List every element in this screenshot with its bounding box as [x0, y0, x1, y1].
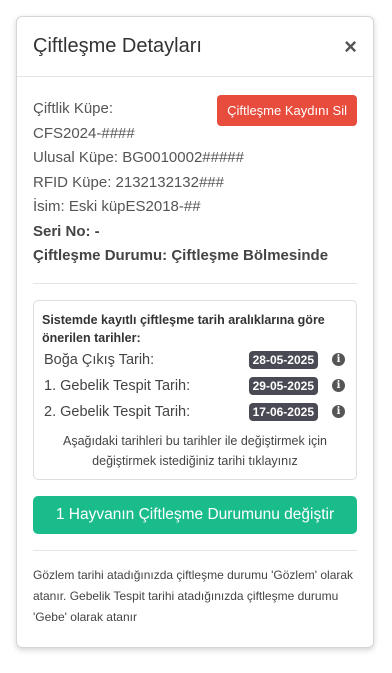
mating-details-modal: Çiftleşme Detayları × Çiftleşme Kaydını …	[16, 16, 374, 648]
date-badge[interactable]: 28-05-2025	[248, 350, 318, 369]
delete-mating-record-button[interactable]: Çiftleşme Kaydını Sil	[217, 95, 357, 126]
date-badge[interactable]: 29-05-2025	[248, 376, 318, 395]
rfid-tag: RFID Küpe: 2132132132###	[33, 173, 224, 191]
info-circle-icon[interactable]: i	[332, 379, 345, 392]
modal-body: Çiftleşme Kaydını Sil Çiftlik Küpe: CFS2…	[17, 77, 373, 628]
divider	[33, 282, 357, 284]
date-label: 1. Gebelik Tespit Tarih:	[44, 377, 191, 394]
modal-header: Çiftleşme Detayları ×	[17, 17, 373, 77]
suggested-date-row: 1. Gebelik Tespit Tarih: 29-05-2025 i	[42, 373, 348, 399]
close-icon[interactable]: ×	[344, 35, 357, 58]
national-tag: Ulusal Küpe: BG0010002#####	[33, 149, 244, 166]
mating-status: Çiftleşme Durumu: Çiftleşme Bölmesinde	[33, 247, 329, 264]
change-mating-status-button[interactable]: 1 Hayvanın Çiftleşme Durumunu değiştir	[33, 495, 357, 534]
date-badge[interactable]: 17-06-2025	[248, 402, 318, 421]
date-label: Boğa Çıkış Tarih:	[44, 351, 155, 368]
info-circle-icon[interactable]: i	[332, 353, 345, 366]
serial-number: Seri No: -	[33, 222, 100, 240]
suggested-dates-card: Sistemde kayıtlı çiftleşme tarih aralıkl…	[33, 299, 357, 480]
suggested-date-row: Boğa Çıkış Tarih: 28-05-2025 i	[42, 347, 348, 373]
divider	[33, 549, 357, 551]
suggested-dates-note: Aşağıdaki tarihleri bu tarihler ile deği…	[62, 433, 327, 468]
footer-note: Gözlem tarihi atadığınızda çiftleşme dur…	[33, 567, 354, 624]
modal-title: Çiftleşme Detayları	[33, 35, 202, 57]
info-circle-icon[interactable]: i	[332, 405, 345, 418]
animal-name: İsim: Eski küpES2018-##	[33, 198, 201, 215]
suggested-date-row: 2. Gebelik Tespit Tarih: 17-06-2025 i	[42, 399, 348, 425]
date-label: 2. Gebelik Tespit Tarih:	[44, 403, 191, 420]
animal-info: Çiftleşme Kaydını Sil Çiftlik Küpe: CFS2…	[33, 95, 357, 269]
suggested-dates-title: Sistemde kayıtlı çiftleşme tarih aralıkl…	[42, 312, 325, 345]
